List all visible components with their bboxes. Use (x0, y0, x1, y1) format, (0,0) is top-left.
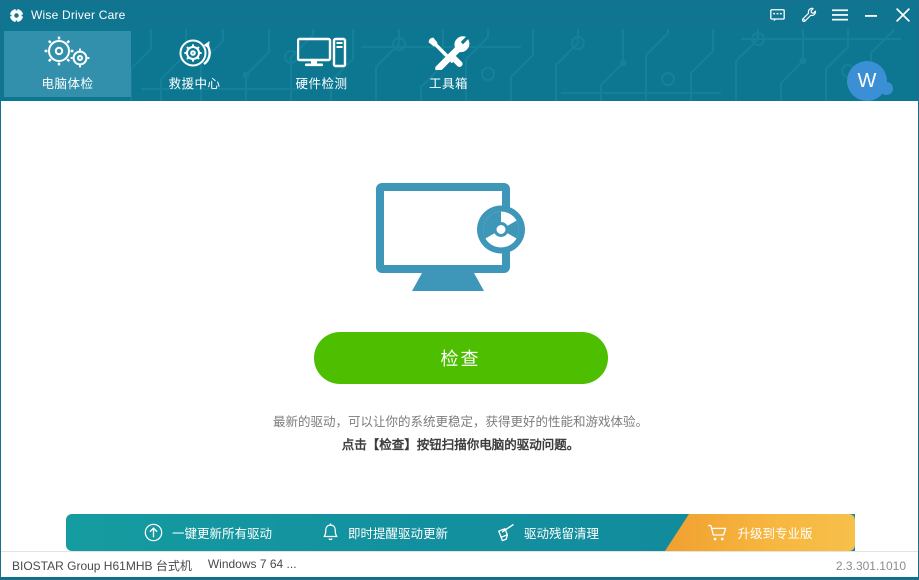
nav-tab-label: 电脑体检 (41, 77, 94, 91)
scan-button[interactable]: 检查 (313, 332, 608, 384)
tools-icon (427, 36, 471, 70)
monitor-pc-icon (296, 36, 347, 70)
wrench-icon[interactable] (793, 1, 824, 29)
action-residue-cleanup[interactable]: 驱动残留清理 (493, 514, 599, 551)
close-icon[interactable] (886, 1, 918, 29)
action-label: 即时提醒驱动更新 (348, 527, 449, 541)
status-version: 2.3.301.1010 (835, 558, 906, 573)
cart-icon (707, 524, 728, 542)
title-bar: Wise Driver Care (1, 1, 918, 29)
avatar[interactable]: W (847, 61, 893, 101)
action-realtime-reminder[interactable]: 即时提醒驱动更新 (322, 514, 448, 551)
monitor-gear-icon (368, 177, 554, 299)
gear-icon (9, 7, 24, 23)
avatar-initial: W (847, 61, 887, 101)
title-bar-left: Wise Driver Care (1, 7, 126, 23)
nav-tab-toolbox[interactable]: 工具箱 (385, 31, 512, 97)
action-label: 驱动残留清理 (524, 527, 600, 541)
menu-icon[interactable] (824, 1, 855, 29)
arrow-up-circle-icon (144, 523, 163, 542)
upgrade-label: 升级到专业版 (737, 527, 813, 541)
nav-tab-label: 硬件检测 (295, 77, 348, 91)
app-window: Wise Driver Care 电脑体检 救援中心 硬件检测 工具箱 W 检查… (0, 0, 919, 580)
description-line-1: 最新的驱动，可以让你的系统更稳定，获得更好的性能和游戏体验。 (272, 415, 648, 429)
nav-tab-label: 工具箱 (428, 77, 468, 91)
nav-tab-pc-checkup[interactable]: 电脑体检 (4, 31, 131, 97)
nav-tab-hardware-detect[interactable]: 硬件检测 (258, 31, 385, 97)
description-line-2: 点击【检查】按钮扫描你电脑的驱动问题。 (341, 438, 580, 452)
nav-bar: 电脑体检 救援中心 硬件检测 工具箱 W (1, 29, 918, 101)
status-os: Windows 7 64 ... (207, 557, 297, 571)
window-title: Wise Driver Care (31, 8, 126, 22)
window-bottom-edge (1, 577, 918, 579)
action-bar: 一键更新所有驱动 即时提醒驱动更新 驱动残留清理 升级到专业版 (66, 514, 855, 551)
action-update-all-drivers[interactable]: 一键更新所有驱动 (144, 514, 272, 551)
main-content: 检查 最新的驱动，可以让你的系统更稳定，获得更好的性能和游戏体验。 点击【检查】… (1, 101, 918, 513)
brush-icon (493, 523, 515, 542)
status-machine: BIOSTAR Group H61MHB 台式机 (12, 559, 192, 573)
nav-tab-label: 救援中心 (168, 77, 221, 91)
status-bar-left: BIOSTAR Group H61MHB 台式机 Windows 7 64 ..… (1, 557, 297, 574)
feedback-icon[interactable] (762, 1, 793, 29)
nav-tabs: 电脑体检 救援中心 硬件检测 工具箱 (1, 29, 512, 101)
status-bar: BIOSTAR Group H61MHB 台式机 Windows 7 64 ..… (1, 551, 918, 579)
gear-refresh-icon (173, 36, 217, 70)
window-controls (762, 1, 918, 29)
description-block: 最新的驱动，可以让你的系统更稳定，获得更好的性能和游戏体验。 点击【检查】按钮扫… (1, 412, 918, 455)
gears-icon (42, 36, 94, 70)
action-label: 一键更新所有驱动 (172, 527, 273, 541)
upgrade-to-pro-button[interactable]: 升级到专业版 (665, 514, 855, 551)
minimize-icon[interactable] (855, 1, 886, 29)
bell-icon (322, 523, 339, 542)
nav-tab-rescue-center[interactable]: 救援中心 (131, 31, 258, 97)
